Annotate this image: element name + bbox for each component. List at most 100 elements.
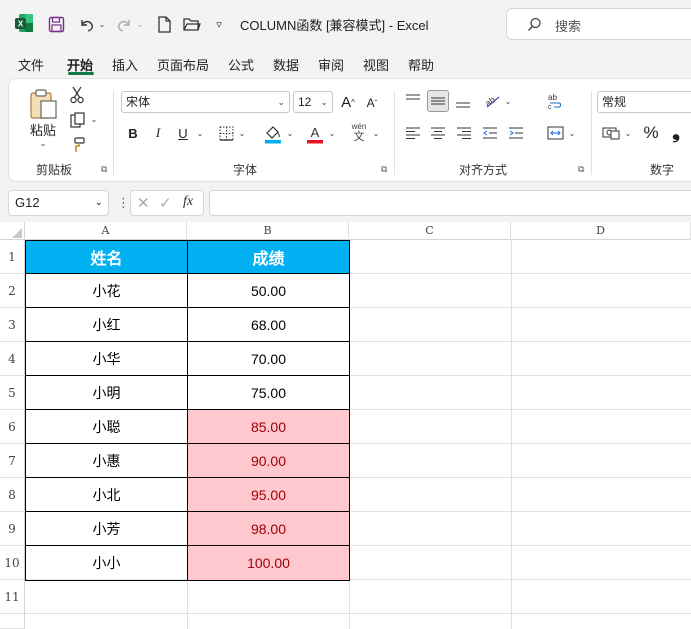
redo-icon[interactable] bbox=[114, 14, 134, 34]
undo-icon[interactable] bbox=[76, 14, 96, 34]
column-header-a[interactable]: A bbox=[25, 222, 187, 240]
copy-dropdown-icon[interactable]: ⌄ bbox=[89, 113, 99, 125]
formula-input[interactable] bbox=[209, 190, 691, 216]
row-header-11[interactable]: 11 bbox=[0, 580, 25, 614]
font-name-select[interactable]: 宋体 ⌄ bbox=[121, 91, 290, 113]
score-cell-highlighted[interactable]: 98.00 bbox=[187, 512, 350, 546]
score-cell-highlighted[interactable]: 100.00 bbox=[187, 546, 350, 580]
phonetic-dropdown-icon[interactable]: ⌄ bbox=[371, 126, 381, 140]
name-cell[interactable]: 小北 bbox=[25, 478, 188, 512]
header-cell-name[interactable]: 姓名 bbox=[25, 240, 188, 274]
name-cell[interactable]: 小惠 bbox=[25, 444, 188, 478]
orientation-icon[interactable]: ab bbox=[481, 91, 503, 111]
score-cell[interactable]: 70.00 bbox=[187, 342, 350, 376]
name-cell[interactable]: 小小 bbox=[25, 546, 188, 580]
score-cell[interactable]: 75.00 bbox=[187, 376, 350, 410]
tab-data[interactable]: 数据 bbox=[273, 55, 299, 74]
save-icon[interactable] bbox=[46, 14, 66, 34]
row-header-6[interactable]: 6 bbox=[0, 410, 25, 444]
fill-color-icon[interactable] bbox=[263, 123, 283, 145]
merge-dropdown-icon[interactable]: ⌄ bbox=[567, 126, 577, 140]
column-header-c[interactable]: C bbox=[349, 222, 511, 240]
shrink-font-icon[interactable]: Aˇ bbox=[363, 93, 381, 113]
name-cell[interactable]: 小红 bbox=[25, 308, 188, 342]
italic-button[interactable]: I bbox=[150, 123, 166, 143]
name-cell[interactable]: 小芳 bbox=[25, 512, 188, 546]
row-header-3[interactable]: 3 bbox=[0, 308, 25, 342]
borders-dropdown-icon[interactable]: ⌄ bbox=[237, 126, 247, 140]
fill-color-dropdown-icon[interactable]: ⌄ bbox=[285, 126, 295, 140]
alignment-launcher-icon[interactable]: ⧉ bbox=[578, 165, 587, 174]
score-cell-highlighted[interactable]: 85.00 bbox=[187, 410, 350, 444]
align-middle-icon[interactable] bbox=[427, 90, 449, 112]
row-header-9[interactable]: 9 bbox=[0, 512, 25, 546]
customize-toolbar-icon[interactable]: ▿ bbox=[212, 14, 226, 34]
more-options-icon[interactable]: ⋮ bbox=[117, 195, 130, 211]
name-box[interactable]: G12 ⌄ bbox=[8, 190, 109, 216]
phonetic-icon[interactable]: wén 文 bbox=[349, 119, 369, 145]
decrease-indent-icon[interactable] bbox=[482, 125, 498, 141]
undo-dropdown-icon[interactable]: ⌄ bbox=[97, 14, 107, 34]
align-bottom-icon[interactable] bbox=[455, 93, 471, 111]
copy-icon[interactable] bbox=[67, 110, 87, 130]
font-color-dropdown-icon[interactable]: ⌄ bbox=[327, 126, 337, 140]
cancel-entry-icon[interactable]: ✕ bbox=[137, 194, 150, 212]
accounting-format-icon[interactable] bbox=[601, 124, 621, 142]
underline-dropdown-icon[interactable]: ⌄ bbox=[195, 126, 205, 140]
score-cell[interactable]: 50.00 bbox=[187, 274, 350, 308]
tab-view[interactable]: 视图 bbox=[363, 55, 389, 74]
font-size-select[interactable]: 12 ⌄ bbox=[293, 91, 333, 113]
insert-function-icon[interactable]: fx bbox=[183, 194, 193, 210]
header-cell-score[interactable]: 成绩 bbox=[187, 240, 350, 274]
row-header-8[interactable]: 8 bbox=[0, 478, 25, 512]
name-cell[interactable]: 小聪 bbox=[25, 410, 188, 444]
column-header-d[interactable]: D bbox=[511, 222, 691, 240]
tab-file[interactable]: 文件 bbox=[18, 55, 44, 74]
tab-page-layout[interactable]: 页面布局 bbox=[157, 55, 209, 74]
tab-help[interactable]: 帮助 bbox=[408, 55, 434, 74]
orientation-dropdown-icon[interactable]: ⌄ bbox=[503, 94, 513, 108]
font-launcher-icon[interactable]: ⧉ bbox=[381, 165, 390, 174]
align-right-icon[interactable] bbox=[456, 125, 472, 141]
score-cell-highlighted[interactable]: 90.00 bbox=[187, 444, 350, 478]
row-header-12[interactable] bbox=[0, 614, 25, 629]
row-header-10[interactable]: 10 bbox=[0, 546, 25, 580]
increase-indent-icon[interactable] bbox=[508, 125, 524, 141]
row-header-1[interactable]: 1 bbox=[0, 240, 25, 274]
paste-dropdown-icon[interactable]: ⌄ bbox=[37, 137, 49, 149]
underline-button[interactable]: U bbox=[175, 123, 191, 143]
grow-font-icon[interactable]: A ^ bbox=[339, 91, 357, 113]
align-top-icon[interactable] bbox=[405, 91, 421, 109]
clipboard-launcher-icon[interactable]: ⧉ bbox=[101, 165, 110, 174]
tab-insert[interactable]: 插入 bbox=[112, 55, 138, 74]
column-header-b[interactable]: B bbox=[187, 222, 349, 240]
open-folder-icon[interactable] bbox=[182, 14, 202, 34]
new-file-icon[interactable] bbox=[154, 14, 174, 34]
confirm-entry-icon[interactable]: ✓ bbox=[159, 194, 172, 212]
accounting-dropdown-icon[interactable]: ⌄ bbox=[623, 126, 633, 140]
paste-icon[interactable] bbox=[25, 87, 61, 121]
align-left-icon[interactable] bbox=[405, 125, 421, 141]
tab-formulas[interactable]: 公式 bbox=[228, 55, 254, 74]
format-painter-icon[interactable] bbox=[67, 135, 87, 155]
align-center-icon[interactable] bbox=[430, 125, 446, 141]
borders-icon[interactable] bbox=[217, 124, 235, 142]
worksheet-grid[interactable]: A B C D 1 2 3 4 5 6 7 8 9 10 11 姓名 成绩 小花… bbox=[0, 222, 691, 629]
name-cell[interactable]: 小花 bbox=[25, 274, 188, 308]
name-cell[interactable]: 小华 bbox=[25, 342, 188, 376]
wrap-text-icon[interactable]: ab c bbox=[545, 91, 565, 111]
row-header-5[interactable]: 5 bbox=[0, 376, 25, 410]
percent-style-button[interactable]: % bbox=[641, 123, 661, 143]
score-cell[interactable]: 68.00 bbox=[187, 308, 350, 342]
cut-icon[interactable] bbox=[67, 85, 87, 105]
row-header-4[interactable]: 4 bbox=[0, 342, 25, 376]
row-header-2[interactable]: 2 bbox=[0, 274, 25, 308]
comma-style-icon[interactable]: ❟ bbox=[669, 121, 683, 143]
font-color-icon[interactable]: A bbox=[305, 123, 325, 145]
score-cell-highlighted[interactable]: 95.00 bbox=[187, 478, 350, 512]
row-header-7[interactable]: 7 bbox=[0, 444, 25, 478]
search-box[interactable]: 搜索 bbox=[506, 8, 691, 40]
tab-review[interactable]: 审阅 bbox=[318, 55, 344, 74]
select-all-corner[interactable] bbox=[0, 222, 25, 240]
name-cell[interactable]: 小明 bbox=[25, 376, 188, 410]
